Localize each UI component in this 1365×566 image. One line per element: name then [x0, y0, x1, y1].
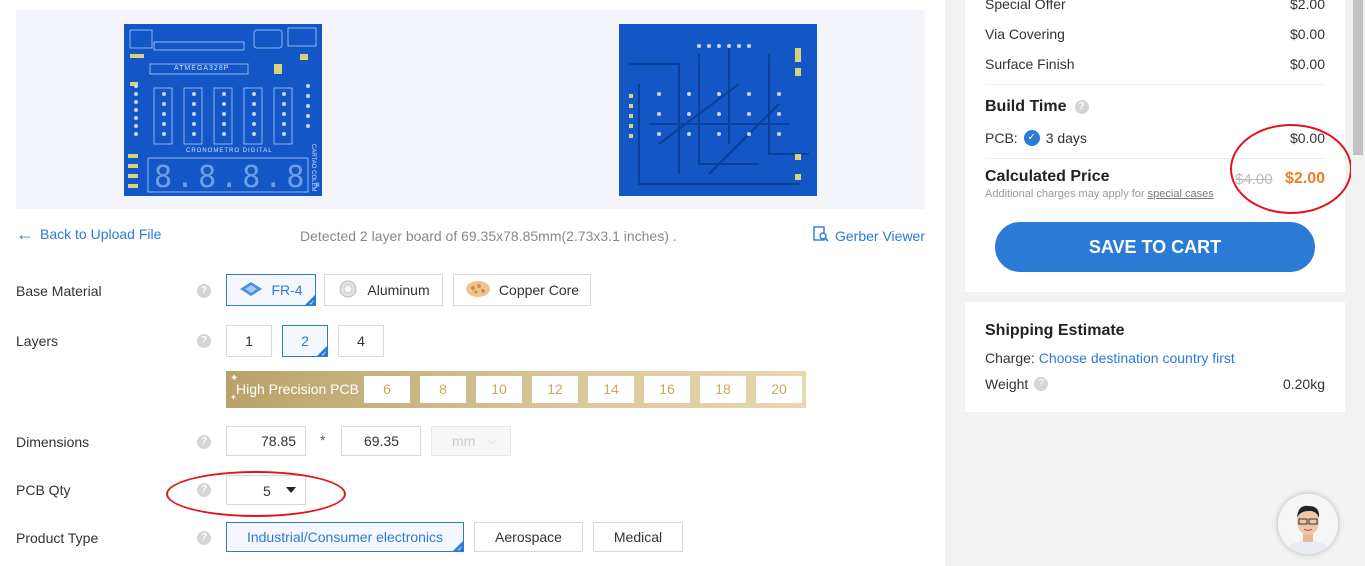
dimensions-help-icon[interactable]: ? — [197, 435, 211, 449]
aluminum-icon — [337, 280, 359, 301]
product-type-medical[interactable]: Medical — [593, 522, 683, 552]
base-material-help-icon[interactable]: ? — [197, 284, 211, 298]
seven-segment-display: 8.8.8.8. — [154, 160, 322, 195]
weight-help-icon[interactable]: ? — [1034, 377, 1049, 391]
charge-label: Charge: — [985, 350, 1035, 366]
red-annotation-circle — [1230, 124, 1352, 214]
layers-option-14[interactable]: 14 — [588, 376, 634, 403]
base-material-label: Base Material — [16, 283, 102, 299]
pcb-bottom-image — [619, 24, 817, 196]
layers-option-20[interactable]: 20 — [756, 376, 802, 403]
build-time-help-icon[interactable]: ? — [1074, 100, 1089, 114]
unit-value: mm — [452, 433, 476, 449]
price-row-special-offer: Special Offer $2.00 — [985, 0, 1325, 12]
board-caption: CRONOMETRO DIGITAL — [186, 148, 273, 154]
fr4-label: FR-4 — [271, 282, 303, 298]
high-precision-label: High Precision PCB — [236, 381, 359, 397]
pcb-qty-label: PCB Qty — [16, 482, 71, 498]
weight-label: Weight — [985, 376, 1029, 392]
build-time-title: Build Time — [985, 98, 1067, 115]
layers-option-6[interactable]: 6 — [364, 376, 410, 403]
price-row-value: $0.00 — [1289, 26, 1325, 42]
layers-option-16[interactable]: 16 — [644, 376, 690, 403]
layers-help-icon[interactable]: ? — [197, 334, 211, 348]
price-row-label: Special Offer — [985, 0, 1066, 12]
avatar-icon — [1278, 494, 1338, 554]
price-row-surface-finish: Surface Finish $0.00 — [985, 56, 1325, 72]
layers-option-8[interactable]: 8 — [420, 376, 466, 403]
pcb-build-days[interactable]: 3 days — [1046, 130, 1087, 146]
layers-option-12[interactable]: 12 — [532, 376, 578, 403]
arrow-left-icon: ← — [16, 224, 34, 244]
dimension-separator: * — [320, 432, 326, 448]
side-caption: CARTAO COLEM — [310, 144, 316, 192]
back-to-upload-link[interactable]: ← Back to Upload File — [16, 224, 162, 244]
shipping-charge-row: Charge: Choose destination country first — [985, 350, 1325, 366]
save-to-cart-button[interactable]: SAVE TO CART — [995, 222, 1315, 272]
shipping-card: Shipping Estimate Charge: Choose destina… — [965, 302, 1345, 412]
layers-option-18[interactable]: 18 — [700, 376, 746, 403]
price-row-label: Via Covering — [985, 26, 1065, 42]
back-label: Back to Upload File — [40, 226, 162, 242]
pcb-preview: ATMEGA328P CRONOMETRO DIGITAL 8.8.8.8. C… — [16, 10, 925, 209]
pcb-build-label: PCB: — [985, 130, 1018, 146]
dimension-width-input[interactable]: 78.85 — [226, 426, 306, 456]
product-type-help-icon[interactable]: ? — [197, 531, 211, 545]
scrollbar-thumb[interactable] — [1353, 0, 1363, 155]
price-row-label: Surface Finish — [985, 56, 1075, 72]
red-annotation-circle — [166, 471, 346, 517]
chip-label: ATMEGA328P — [174, 65, 230, 72]
chevron-down-icon: ⌵ — [488, 435, 497, 447]
product-type-industrial[interactable]: Industrial/Consumer electronics — [226, 522, 464, 553]
layers-option-4[interactable]: 4 — [338, 325, 384, 357]
fr4-diamond-icon — [239, 281, 263, 300]
weight-row: Weight ? 0.20kg — [985, 376, 1325, 392]
pcb-top-image: ATMEGA328P CRONOMETRO DIGITAL 8.8.8.8. C… — [124, 24, 322, 196]
unit-select[interactable]: mm ⌵ — [431, 426, 511, 456]
dimension-height-input[interactable]: 69.35 — [341, 426, 421, 456]
build-time-heading: Build Time ? — [985, 98, 1325, 116]
product-type-label: Product Type — [16, 530, 99, 546]
special-cases-link[interactable]: special cases — [1148, 188, 1214, 200]
magnifier-document-icon — [813, 226, 829, 245]
layers-label: Layers — [16, 333, 59, 349]
gerber-viewer-link[interactable]: Gerber Viewer — [813, 226, 925, 245]
copper-core-icon — [465, 280, 491, 301]
price-row-value: $2.00 — [1289, 0, 1325, 12]
price-row-via-covering: Via Covering $0.00 — [985, 26, 1325, 42]
gerber-label: Gerber Viewer — [835, 227, 926, 244]
dimensions-label: Dimensions — [16, 434, 90, 450]
product-type-aerospace[interactable]: Aerospace — [474, 522, 583, 552]
base-material-aluminum[interactable]: Aluminum — [324, 274, 443, 306]
detected-board-text: Detected 2 layer board of 69.35x78.85mm(… — [300, 228, 677, 244]
price-row-value: $0.00 — [1289, 56, 1325, 72]
copper-core-label: Copper Core — [498, 282, 580, 298]
base-material-copper-core[interactable]: Copper Core — [453, 274, 591, 306]
layers-option-2[interactable]: 2 — [282, 325, 328, 358]
note-prefix: Additional charges may apply for — [985, 188, 1145, 200]
layers-option-1[interactable]: 1 — [226, 325, 272, 357]
base-material-fr4[interactable]: FR-4 — [226, 274, 316, 307]
quote-form-panel: ATMEGA328P CRONOMETRO DIGITAL 8.8.8.8. C… — [0, 0, 945, 566]
support-chat-avatar[interactable] — [1278, 494, 1338, 554]
shipping-title: Shipping Estimate — [985, 322, 1125, 339]
checkmark-icon[interactable]: ✓ — [1023, 130, 1040, 146]
aluminum-label: Aluminum — [367, 282, 430, 298]
divider — [985, 84, 1325, 85]
weight-value: 0.20kg — [1282, 376, 1325, 392]
choose-country-link[interactable]: Choose destination country first — [1039, 350, 1235, 366]
layers-option-10[interactable]: 10 — [476, 376, 522, 403]
high-precision-bar: ✦ ✦ High Precision PCB 6 8 10 12 14 16 1… — [226, 371, 806, 408]
